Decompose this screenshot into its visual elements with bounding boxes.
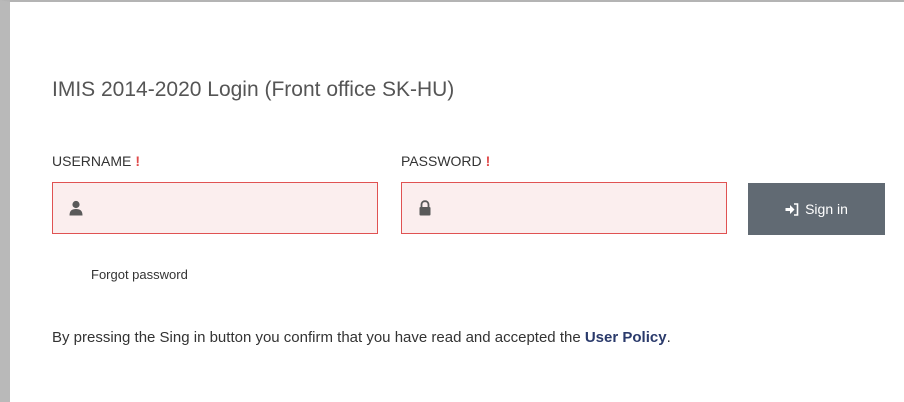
forgot-password-link[interactable]: Forgot password: [91, 267, 188, 282]
username-field[interactable]: [52, 182, 378, 235]
user-icon: [69, 200, 83, 216]
username-required-marker: !: [135, 153, 141, 169]
login-panel: IMIS 2014-2020 Login (Front office SK-HU…: [12, 2, 904, 402]
password-required-marker: !: [485, 153, 491, 169]
sign-in-button[interactable]: Sign in: [748, 183, 885, 235]
policy-notice-text: By pressing the Sing in button you confi…: [52, 329, 585, 346]
password-label: PASSWORD!: [401, 153, 490, 169]
lock-icon: [419, 200, 431, 216]
password-input[interactable]: [442, 183, 722, 235]
username-label: USERNAME!: [52, 153, 140, 169]
sign-in-label: Sign in: [805, 201, 848, 217]
user-policy-link[interactable]: User Policy: [585, 329, 667, 346]
username-label-text: USERNAME: [52, 153, 132, 169]
password-field[interactable]: [401, 182, 727, 235]
sign-in-icon: [785, 202, 799, 216]
username-input[interactable]: [93, 183, 373, 235]
password-label-text: PASSWORD: [401, 153, 482, 169]
policy-notice: By pressing the Sing in button you confi…: [52, 329, 671, 346]
policy-notice-end: .: [666, 329, 671, 346]
page-title: IMIS 2014-2020 Login (Front office SK-HU…: [52, 78, 455, 101]
